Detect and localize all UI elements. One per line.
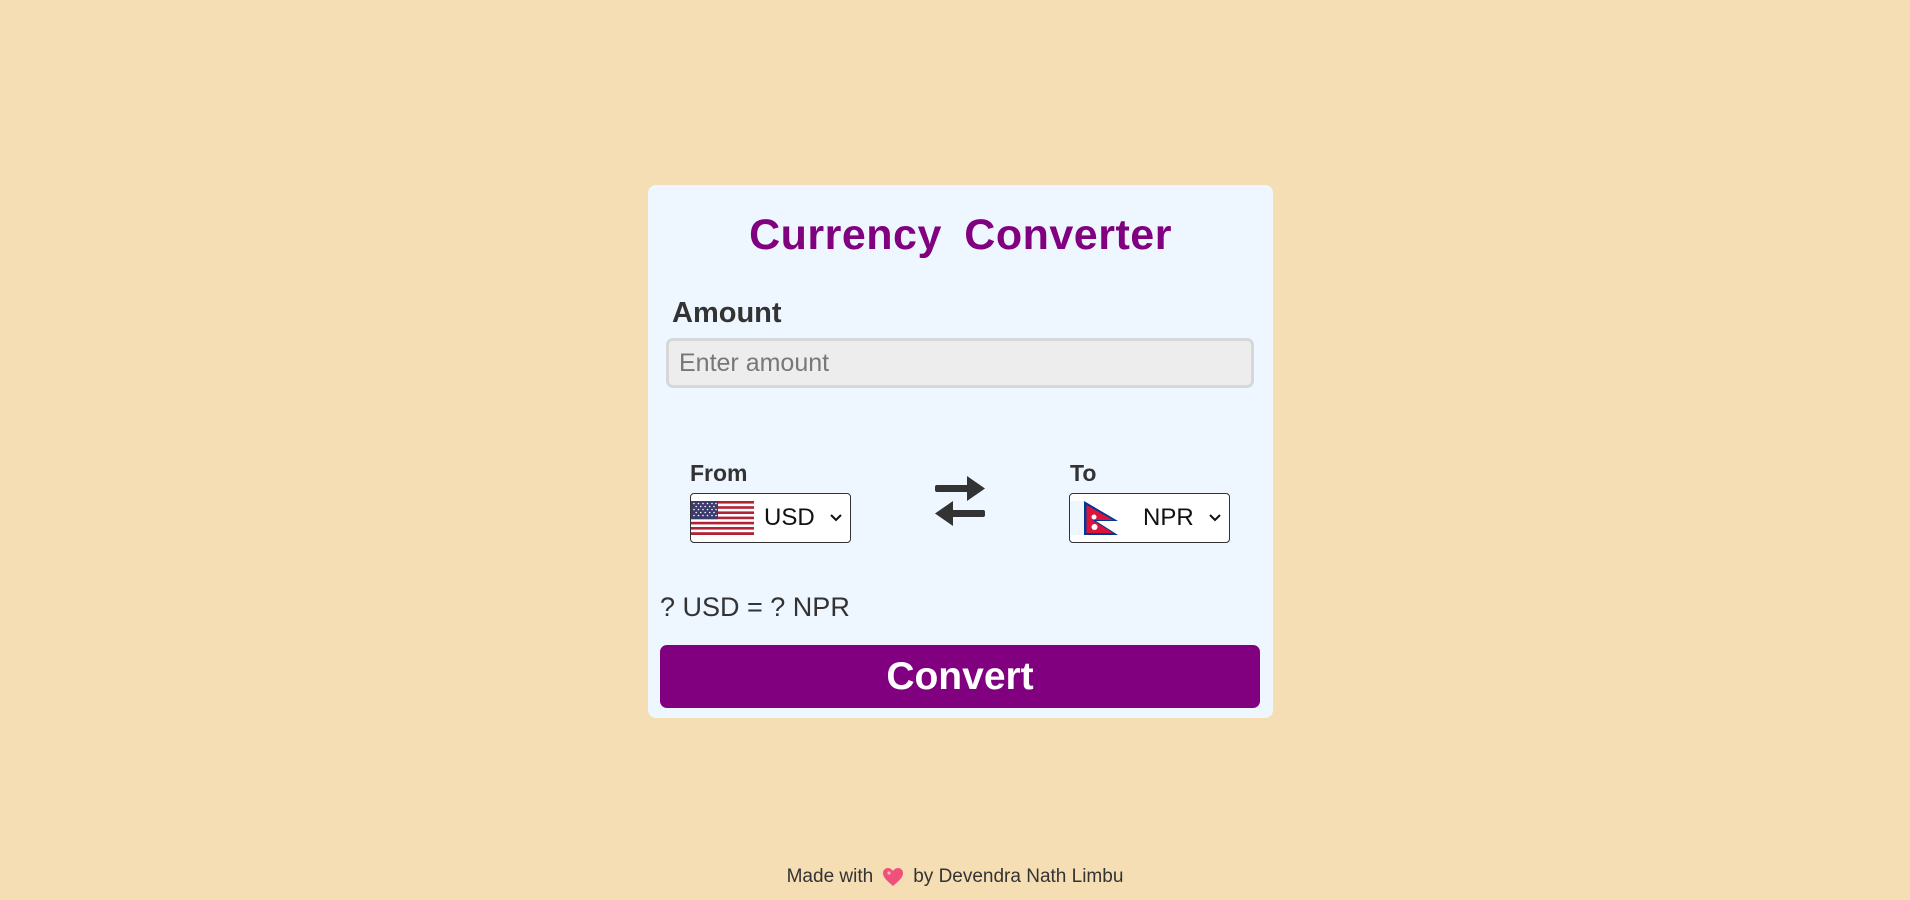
chevron-down-icon [830,514,842,522]
np-flag-icon [1070,501,1133,535]
page-title: Currency Converter [749,211,1172,259]
footer-suffix: by Devendra Nath Limbu [913,866,1124,887]
footer: Made with by Devendra Nath Limbu [0,866,1910,888]
from-currency-select[interactable]: USD [690,493,851,543]
amount-label: Amount [672,297,782,329]
chevron-down-icon [1209,514,1221,522]
swap-arrows-icon[interactable] [933,475,987,527]
from-currency-value: USD [764,504,815,531]
to-currency-value: NPR [1143,504,1194,531]
from-label: From [690,460,748,486]
to-currency-select[interactable]: NPR [1069,493,1230,543]
to-label: To [1070,460,1097,486]
convert-button[interactable]: Convert [660,645,1260,708]
converter-card: Currency Converter Amount From USD [648,185,1273,718]
footer-prefix: Made with [786,866,874,887]
conversion-result: ? USD = ? NPR [660,592,850,622]
us-flag-icon [691,501,754,535]
heart-icon [883,868,904,886]
amount-input[interactable] [666,338,1254,388]
